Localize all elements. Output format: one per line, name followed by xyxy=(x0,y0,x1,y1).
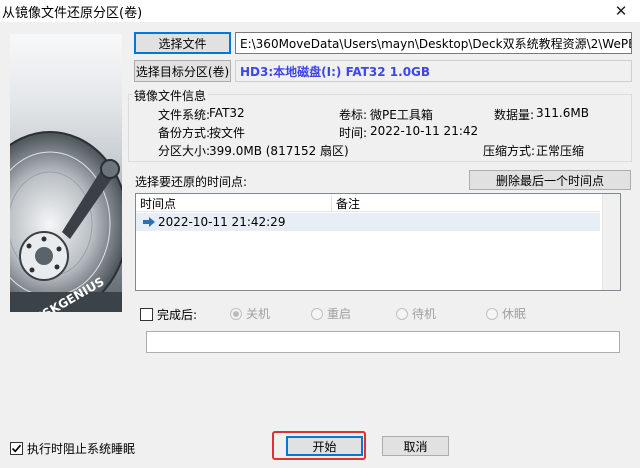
restore-point-list[interactable]: 时间点 备注 2022-10-11 21:42:29 xyxy=(135,193,621,291)
row-time: 2022-10-11 21:42:29 xyxy=(158,215,286,229)
diskgenius-logo: DISKGENIUS xyxy=(10,34,122,312)
compression-label: 压缩方式: xyxy=(483,144,536,158)
radio-hibernate-label: 休眠 xyxy=(502,307,527,321)
column-note[interactable]: 备注 xyxy=(332,194,600,212)
radio-restart-label: 重启 xyxy=(327,307,352,321)
cancel-button[interactable]: 取消 xyxy=(382,436,449,456)
highlight-annotation xyxy=(272,431,366,460)
after-complete-checkbox[interactable] xyxy=(140,308,153,321)
progress-field xyxy=(146,331,620,353)
volume-label: 卷标: xyxy=(339,108,368,122)
prevent-sleep-label: 执行时阻止系统睡眠 xyxy=(27,442,136,456)
radio-shutdown[interactable]: 关机 xyxy=(230,305,270,322)
target-partition-field: HD3:本地磁盘(I:) FAT32 1.0GB xyxy=(235,60,632,82)
arrow-right-icon xyxy=(140,215,158,229)
radio-restart-button[interactable] xyxy=(311,307,323,320)
prevent-sleep-checkbox[interactable] xyxy=(10,442,23,455)
time-value: 2022-10-11 21:42 xyxy=(370,124,479,138)
data-size-label: 数据量: xyxy=(494,108,535,122)
checkmark-icon xyxy=(11,444,22,453)
list-scrollbar[interactable] xyxy=(602,194,620,290)
partition-size-label: 分区大小: xyxy=(158,144,211,158)
radio-hibernate[interactable]: 休眠 xyxy=(486,305,526,322)
column-time[interactable]: 时间点 xyxy=(136,194,332,212)
volume-value: 微PE工具箱 xyxy=(370,108,433,122)
delete-last-point-button[interactable]: 删除最后一个时间点 xyxy=(469,170,631,190)
close-icon[interactable]: ✕ xyxy=(602,0,640,22)
partition-size-value: 399.0MB (817152 扇区) xyxy=(209,144,349,158)
data-size-value: 311.6MB xyxy=(536,106,589,120)
radio-standby[interactable]: 待机 xyxy=(396,305,436,322)
file-path-field[interactable]: E:\360MoveData\Users\mayn\Desktop\Deck双系… xyxy=(235,32,632,54)
list-header: 时间点 备注 xyxy=(136,194,600,212)
radio-restart[interactable]: 重启 xyxy=(311,305,351,322)
fs-label: 文件系统: xyxy=(158,108,211,122)
backup-method-value: 按文件 xyxy=(209,126,246,140)
radio-shutdown-button[interactable] xyxy=(230,307,242,320)
after-complete-label: 完成后: xyxy=(157,308,198,322)
window-title: 从镜像文件还原分区(卷) xyxy=(2,6,143,21)
hard-disk-icon: DISKGENIUS xyxy=(10,131,122,312)
time-label: 时间: xyxy=(339,126,368,140)
fs-value: FAT32 xyxy=(209,106,245,120)
radio-hibernate-button[interactable] xyxy=(486,307,498,320)
restore-point-prompt: 选择要还原的时间点: xyxy=(135,175,248,189)
table-row[interactable]: 2022-10-11 21:42:29 xyxy=(136,213,600,231)
image-info-title: 镜像文件信息 xyxy=(132,87,209,104)
title-bar: 从镜像文件还原分区(卷) ✕ xyxy=(0,0,640,22)
prevent-sleep-toggle[interactable]: 执行时阻止系统睡眠 xyxy=(10,440,135,457)
radio-standby-label: 待机 xyxy=(412,307,437,321)
radio-standby-button[interactable] xyxy=(396,307,408,320)
backup-method-label: 备份方式: xyxy=(158,126,211,140)
after-complete-toggle[interactable]: 完成后: xyxy=(140,306,197,323)
compression-value: 正常压缩 xyxy=(536,144,585,158)
radio-shutdown-label: 关机 xyxy=(246,307,271,321)
choose-file-button[interactable]: 选择文件 xyxy=(134,32,231,54)
choose-target-partition-button[interactable]: 选择目标分区(卷) xyxy=(134,60,231,82)
